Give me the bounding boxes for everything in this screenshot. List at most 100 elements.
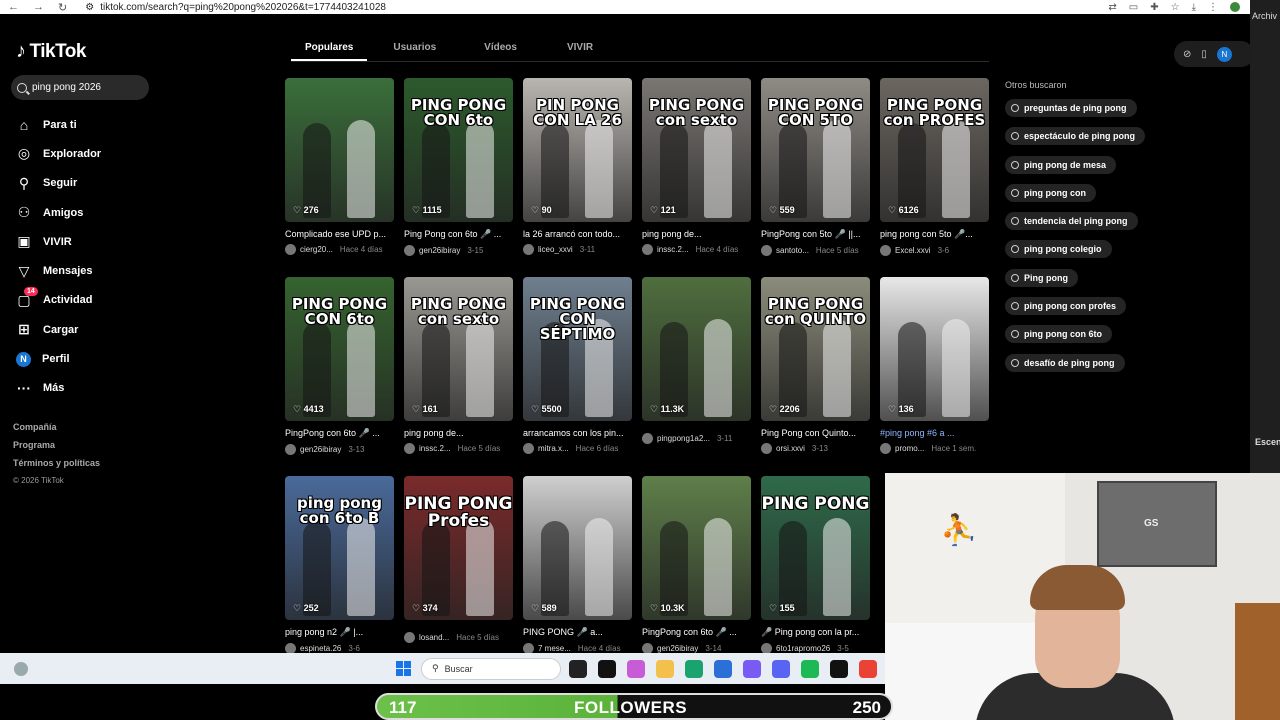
search-box[interactable] <box>11 75 149 100</box>
file-explorer-icon[interactable] <box>656 659 674 678</box>
video-thumbnail[interactable]: PING PONG con sexto ♡ 121 <box>642 78 751 222</box>
author-avatar[interactable] <box>642 244 653 255</box>
capcut-icon[interactable] <box>598 659 616 678</box>
author-avatar[interactable] <box>761 443 772 454</box>
video-card[interactable]: PING PONG con sexto ♡ 121 ping pong de... i… <box>642 78 751 258</box>
sidebar-item-seguir[interactable]: ⚲ Seguir <box>16 169 101 198</box>
video-card[interactable]: PING PONG con sexto ♡ 161 ping pong de... i… <box>404 277 513 457</box>
video-caption[interactable]: ping pong de... <box>404 428 513 438</box>
tab-vivir[interactable]: VIVIR <box>553 36 607 61</box>
related-search-chip[interactable]: ping pong con <box>1005 183 1096 202</box>
video-caption[interactable]: Complicado ese UPD p... <box>285 229 394 239</box>
author-name[interactable]: espineta.26 <box>300 644 341 653</box>
related-search-chip[interactable]: espectáculo de ping pong <box>1005 127 1146 146</box>
video-thumbnail[interactable]: ♡ 10.3K <box>642 476 751 620</box>
video-thumbnail[interactable]: ♡ 11.3K <box>642 277 751 421</box>
author-avatar[interactable] <box>880 245 891 256</box>
video-thumbnail[interactable]: ♡ 276 <box>285 78 394 222</box>
video-card[interactable]: ♡ 10.3K PingPong con 6to 🎤 ... gen26ibiray… <box>642 476 751 656</box>
video-caption[interactable]: arrancamos con los pin... <box>523 428 632 438</box>
tiktok-app-icon[interactable] <box>830 659 848 678</box>
related-search-chip[interactable]: ping pong con profes <box>1005 297 1126 316</box>
sidebar-item-para-ti[interactable]: ⌂ Para ti <box>16 110 101 139</box>
taskbar-search[interactable]: ⚲ Buscar <box>421 657 561 680</box>
author-name[interactable]: gen26ibiray <box>300 445 341 454</box>
back-icon[interactable]: ← <box>8 1 19 14</box>
sidebar-item-cargar[interactable]: ⊞ Cargar <box>16 315 101 344</box>
author-name[interactable]: Excel.xxvi <box>895 246 931 255</box>
search-input[interactable] <box>32 82 142 93</box>
related-search-chip[interactable]: tendencia del ping pong <box>1005 212 1138 231</box>
cast-icon[interactable]: ▭ <box>1129 2 1138 13</box>
video-caption[interactable]: PingPong con 6to 🎤 ... <box>642 627 751 638</box>
video-card[interactable]: PING PONG CON 6to ♡ 4413 PingPong con 6to … <box>285 277 394 457</box>
sidebar-item-perfil[interactable]: N Perfil <box>16 344 101 373</box>
footer-link-compania[interactable]: Compañía <box>13 422 100 440</box>
top-right-avatar[interactable]: N <box>1216 46 1232 62</box>
related-search-chip[interactable]: Ping pong <box>1005 268 1078 287</box>
author-name[interactable]: santoto... <box>776 246 809 255</box>
edge-icon[interactable] <box>685 659 703 678</box>
author-name[interactable]: pingpong1a2... <box>657 434 710 443</box>
author-name[interactable]: promo... <box>895 444 924 453</box>
video-thumbnail[interactable]: PING PONG CON 6to ♡ 1115 <box>404 78 513 222</box>
author-name[interactable]: liceo_xxvi <box>538 245 573 254</box>
video-thumbnail[interactable]: PING PONG Profes ♡ 374 <box>404 476 513 620</box>
address-bar[interactable]: ⚙ tiktok.com/search?q=ping%20pong%202026… <box>85 2 386 13</box>
author-name[interactable]: gen26ibiray <box>657 644 698 653</box>
video-card[interactable]: ♡ 11.3K pingpong1a2... 3-11 <box>642 277 751 457</box>
chrome-icon[interactable] <box>859 659 877 678</box>
author-name[interactable]: inssc.2... <box>657 245 689 254</box>
tab-usuarios[interactable]: Usuarios <box>379 36 450 61</box>
video-caption[interactable]: #ping pong #6 a ... <box>880 428 989 438</box>
video-thumbnail[interactable]: PING PONG CON 5TO ♡ 559 <box>761 78 870 222</box>
video-card[interactable]: PIN PONG CON LA 26 ♡ 90 la 26 arrancó con … <box>523 78 632 258</box>
author-name[interactable]: cierg20... <box>300 245 333 254</box>
sidebar-item-amigos[interactable]: ⚇ Amigos <box>16 198 101 227</box>
video-thumbnail[interactable]: ♡ 589 <box>523 476 632 620</box>
author-name[interactable]: losand... <box>419 633 449 642</box>
author-avatar[interactable] <box>404 245 415 256</box>
author-name[interactable]: orsi.xxvi <box>776 444 805 453</box>
author-avatar[interactable] <box>642 433 653 444</box>
author-avatar[interactable] <box>285 444 296 455</box>
compass-small-icon[interactable]: ⊘ <box>1183 49 1191 60</box>
related-search-chip[interactable]: desafío de ping pong <box>1005 353 1125 372</box>
footer-link-programa[interactable]: Programa <box>13 440 100 458</box>
browser-profile-avatar[interactable] <box>1230 2 1240 12</box>
app-icon[interactable] <box>743 659 761 678</box>
sidebar-item-mas[interactable]: ··· Más <box>16 374 101 403</box>
copilot-icon[interactable] <box>627 659 645 678</box>
author-name[interactable]: mitra.x... <box>538 444 569 453</box>
video-card[interactable]: PING PONG ♡ 155 🎤 Ping pong con la pr... 6t… <box>761 476 870 656</box>
video-caption[interactable]: Ping Pong con Quinto... <box>761 428 870 438</box>
author-avatar[interactable] <box>761 245 772 256</box>
forward-icon[interactable]: → <box>33 1 44 14</box>
video-thumbnail[interactable]: PING PONG con QUINTO ♡ 2206 <box>761 277 870 421</box>
sidebar-item-actividad[interactable]: ▢ 14 Actividad <box>16 286 101 315</box>
video-thumbnail[interactable]: PING PONG CON 6to ♡ 4413 <box>285 277 394 421</box>
tab-videos[interactable]: Vídeos <box>470 36 531 61</box>
video-card[interactable]: ♡ 276 Complicado ese UPD p... cierg20... Ha… <box>285 78 394 258</box>
video-card[interactable]: PING PONG CON 5TO ♡ 559 PingPong con 5to 🎤… <box>761 78 870 258</box>
author-name[interactable]: 6to1rapromo26 <box>776 644 830 653</box>
discord-icon[interactable] <box>772 659 790 678</box>
video-thumbnail[interactable]: ping pong con 6to B ♡ 252 <box>285 476 394 620</box>
video-card[interactable]: PING PONG Profes ♡ 374 losand... Hace 5 día… <box>404 476 513 656</box>
video-thumbnail[interactable]: PING PONG con sexto ♡ 161 <box>404 277 513 421</box>
video-caption[interactable]: ping pong con 5to 🎤... <box>880 229 989 240</box>
video-caption[interactable]: ping pong n2 🎤 |... <box>285 627 394 638</box>
tiktok-logo[interactable]: ♪ TikTok <box>16 40 86 63</box>
author-avatar[interactable] <box>404 632 415 643</box>
download-icon[interactable]: ⤓ <box>1192 2 1196 13</box>
video-card[interactable]: ping pong con 6to B ♡ 252 ping pong n2 🎤 |… <box>285 476 394 656</box>
video-card[interactable]: ♡ 589 PING PONG 🎤 a... 7 mese... Hace 4 día… <box>523 476 632 656</box>
author-avatar[interactable] <box>523 443 534 454</box>
extensions-icon[interactable]: ✚ <box>1150 2 1158 13</box>
video-card[interactable]: PING PONG con PROFES ♡ 6126 ping pong con … <box>880 78 989 258</box>
author-avatar[interactable] <box>523 244 534 255</box>
video-caption[interactable]: 🎤 Ping pong con la pr... <box>761 627 870 638</box>
author-avatar[interactable] <box>285 244 296 255</box>
sidebar-item-mensajes[interactable]: ▽ Mensajes <box>16 256 101 285</box>
windows-start-icon[interactable] <box>396 661 411 676</box>
